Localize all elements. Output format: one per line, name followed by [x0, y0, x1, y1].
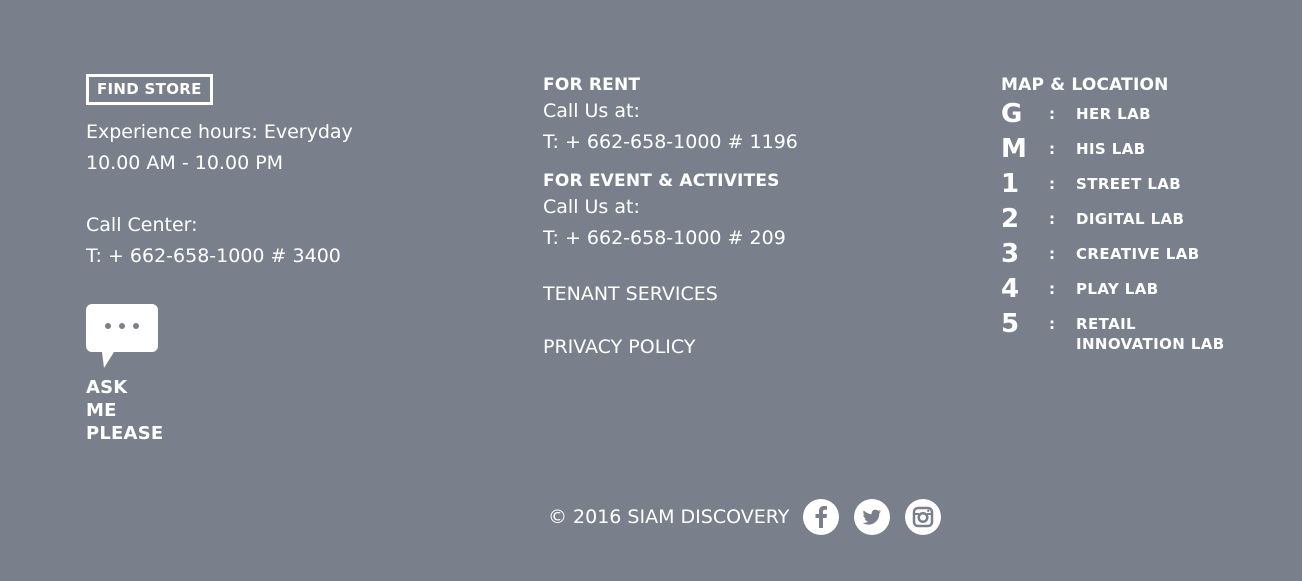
twitter-icon[interactable] [854, 499, 891, 535]
map-location-heading: MAP & LOCATION [1001, 75, 1169, 95]
tenant-services-link[interactable]: TENANT SERVICES [543, 283, 863, 305]
floor-separator: : [1049, 245, 1055, 263]
floor-item-1[interactable]: 1 : STREET LAB [1001, 169, 1281, 209]
floor-name: STREET LAB [1076, 175, 1182, 193]
floor-name: HER LAB [1076, 105, 1151, 123]
copyright-text: © 2016 SIAM DISCOVERY [548, 506, 790, 528]
floor-number: 3 [1001, 239, 1020, 269]
event-call-label: Call Us at: [543, 196, 640, 218]
floor-list: G : HER LAB M : HIS LAB 1 : STREET LAB 2… [1001, 99, 1281, 358]
floor-number: G [1001, 99, 1023, 129]
floor-separator: : [1049, 280, 1055, 298]
floor-number: 5 [1001, 309, 1020, 339]
facebook-icon[interactable] [803, 499, 840, 535]
floor-number: 1 [1001, 169, 1020, 199]
footer-bar: © 2016 SIAM DISCOVERY [548, 498, 956, 536]
floor-item-5[interactable]: 5 : RETAIL INNOVATION LAB [1001, 309, 1281, 358]
chat-bubble-icon [86, 304, 158, 368]
floor-separator: : [1049, 105, 1055, 123]
floor-name: PLAY LAB [1076, 280, 1159, 298]
floor-number: 4 [1001, 274, 1020, 304]
contact-column: FOR RENT Call Us at: T: + 662-658-1000 #… [543, 74, 863, 358]
floor-separator: : [1049, 175, 1055, 193]
floor-separator: : [1049, 210, 1055, 228]
ask-me-line3: PLEASE [86, 423, 164, 444]
floor-name: DIGITAL LAB [1076, 210, 1185, 228]
floor-item-3[interactable]: 3 : CREATIVE LAB [1001, 239, 1281, 279]
rent-phone: T: + 662-658-1000 # 1196 [543, 131, 798, 153]
ask-me-please-button[interactable]: ASK ME PLEASE [86, 304, 386, 445]
instagram-icon[interactable] [905, 499, 942, 535]
floor-separator: : [1049, 140, 1055, 158]
experience-hours-label: Experience hours: Everyday [86, 121, 353, 143]
call-center-label: Call Center: [86, 214, 198, 236]
floor-number: 2 [1001, 204, 1020, 234]
call-center-phone: T: + 662-658-1000 # 3400 [86, 245, 341, 267]
floor-name: RETAIL INNOVATION LAB [1076, 315, 1225, 353]
event-phone: T: + 662-658-1000 # 209 [543, 227, 786, 249]
for-event-heading: FOR EVENT & ACTIVITES [543, 171, 780, 191]
store-info-column: FIND STORE Experience hours: Everyday 10… [86, 74, 386, 445]
ask-me-line1: ASK [86, 377, 128, 398]
floor-item-m[interactable]: M : HIS LAB [1001, 134, 1281, 174]
floor-name: CREATIVE LAB [1076, 245, 1200, 263]
floor-item-2[interactable]: 2 : DIGITAL LAB [1001, 204, 1281, 244]
for-rent-heading: FOR RENT [543, 75, 641, 95]
floor-number: M [1001, 134, 1027, 164]
find-store-button[interactable]: FIND STORE [86, 74, 213, 105]
floor-separator: : [1049, 315, 1055, 333]
experience-hours-time: 10.00 AM - 10.00 PM [86, 152, 284, 174]
rent-call-label: Call Us at: [543, 100, 640, 122]
floor-name: HIS LAB [1076, 140, 1146, 158]
privacy-policy-link[interactable]: PRIVACY POLICY [543, 336, 863, 358]
ask-me-line2: ME [86, 400, 117, 421]
floor-item-4[interactable]: 4 : PLAY LAB [1001, 274, 1281, 314]
floor-item-g[interactable]: G : HER LAB [1001, 99, 1281, 139]
map-location-column: MAP & LOCATION G : HER LAB M : HIS LAB 1… [1001, 74, 1281, 358]
